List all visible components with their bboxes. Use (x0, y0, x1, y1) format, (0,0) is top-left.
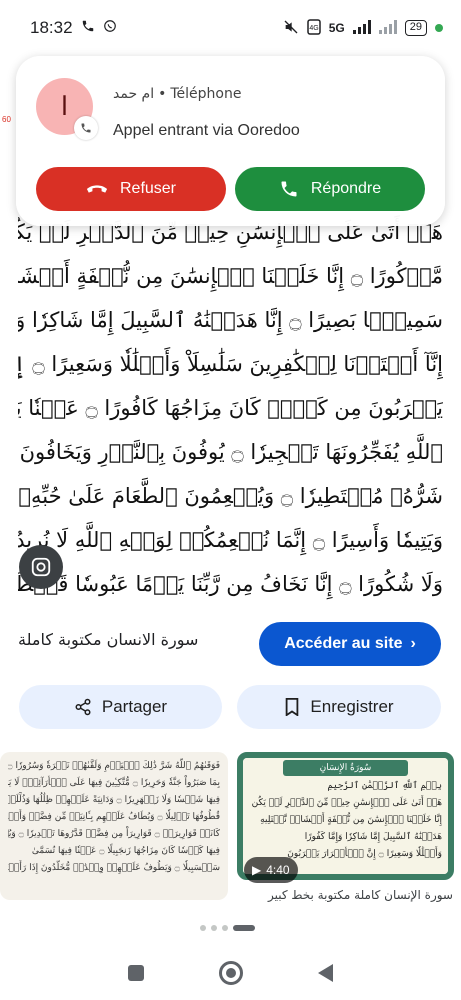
lens-search-button[interactable] (19, 545, 63, 589)
related-image-1[interactable]: فَوَقَىٰهُمُ ٱللَّهُ شَرَّ ذَٰلِكَ ٱلۡيَ… (0, 752, 228, 900)
thumb-text-line: بِسۡمِ ٱللَّهِ ٱلرَّحۡمَٰنِ ٱلرَّحِيمِ (327, 781, 442, 791)
privacy-dot-icon (435, 24, 443, 32)
save-button[interactable]: Enregistrer (237, 685, 441, 729)
signal-icon-2 (378, 19, 397, 37)
status-bar: 18:32 4G 5G 29 (0, 0, 461, 56)
duration-text: 4:40 (266, 863, 290, 877)
thumb-text-line: فَوَقَىٰهُمُ ٱللَّهُ شَرَّ ذَٰلِكَ ٱلۡيَ… (8, 761, 220, 771)
call-source: Téléphone (170, 86, 242, 102)
answer-label: Répondre (310, 180, 382, 197)
share-icon (75, 698, 91, 716)
separator: • (158, 86, 167, 102)
thumb-text-line: هَدَيۡنَٰهُ ٱلسَّبِيلَ إِمَّا شَاكِرٗا و… (304, 832, 442, 842)
related-caption[interactable]: سورة الإنسان كاملة مكتوبة بخط كبير (238, 888, 453, 902)
quran-line: وَيَتِيمٗا وَأَسِيرًا ۝ إِنَّمَا نُطۡعِم… (18, 528, 443, 552)
save-label: Enregistrer (310, 697, 394, 716)
thumb-text-line: سَلۡسَبِيلٗا ۝ وَيَطُوفُ عَلَيۡهِمۡ وِلۡ… (8, 863, 220, 873)
surah-header: سُورَةُ الإِنسَانِ (283, 760, 408, 776)
decline-button[interactable]: Refuser (36, 167, 226, 211)
bookmark-icon (286, 698, 299, 716)
recents-button[interactable] (127, 964, 144, 981)
back-button[interactable] (318, 963, 334, 982)
play-icon: ▶ (252, 863, 262, 877)
whatsapp-icon (103, 18, 117, 38)
clock: 18:32 (30, 18, 73, 37)
thumb-text-line: فِيهَا كَأۡسٗا كَانَ مِزَاجُهَا زَنجَبِي… (31, 846, 220, 856)
navigation-bar (0, 945, 461, 1000)
video-duration-badge: ▶ 4:40 (244, 857, 298, 883)
quran-line: ٱللَّهِ يُفَجِّرُونَهَا تَفۡجِيرٗا ۝ يُو… (18, 440, 443, 464)
thumb-text-line: كَانَتۡ قَوَارِيرَا۠ ۝ قَوَارِيرَاْ مِن … (8, 829, 220, 839)
quran-line: يَشۡرَبُونَ مِن كَأۡسٖ كَانَ مِزَاجُهَا … (18, 396, 443, 420)
visit-site-label: Accéder au site (284, 635, 403, 652)
lens-icon (31, 557, 51, 577)
hang-up-icon (86, 185, 108, 193)
call-subtitle: Appel entrant via Ooredoo (113, 122, 300, 139)
incoming-call-notification[interactable]: ا ام حمد • Téléphone Appel entrant via O… (16, 56, 445, 226)
quran-line: إِنَّآ أَعۡتَدۡنَا لِلۡكَٰفِرِينَ سَلَٰس… (18, 352, 443, 376)
chevron-right-icon: › (410, 635, 416, 652)
thumb-text-line: فِيهَا شَمۡسٗا وَلَا زَمۡهَرِيرٗا ۝ وَدَ… (8, 795, 220, 805)
decline-label: Refuser (119, 180, 177, 197)
battery-icon: 29 (404, 20, 427, 36)
thumb-text-line: إِنَّا خَلَقۡنَا ٱلۡإِنسَٰنَ مِن نُّطۡفَ… (260, 815, 442, 825)
answer-button[interactable]: Répondre (235, 167, 425, 211)
caller-header: ام حمد • Téléphone (113, 86, 241, 102)
thumb-text-line: قُطُوفُهَا تَذۡلِيلٗا ۝ وَيُطَافُ عَلَيۡ… (8, 812, 220, 822)
caller-name: ام حمد (113, 86, 155, 102)
quran-line: سَمِيعَۢا بَصِيرًا ۝ إِنَّا هَدَيۡنَٰهُ … (18, 308, 443, 332)
sim-icon: 4G (306, 18, 321, 38)
thumb-text-line: هَلۡ أَتَىٰ عَلَى ٱلۡإِنسَٰنِ حِينٞ مِّن… (249, 798, 442, 808)
quran-line: وَلَا شُكُورًا ۝ إِنَّا نَخَافُ مِن رَّب… (18, 572, 443, 596)
svg-text:4G: 4G (309, 25, 318, 32)
result-title[interactable]: سورة الانسان مكتوبة كاملة (18, 630, 198, 649)
mute-icon (283, 19, 299, 38)
quran-text-image[interactable]: هَلۡ أَتَىٰ عَلَى ٱلۡإِنسَٰنِ حِينٞ مِّن… (0, 210, 461, 610)
phone-answer-icon (281, 181, 297, 197)
network-type: 5G (328, 21, 345, 35)
carousel-indicator (200, 925, 255, 931)
visit-site-button[interactable]: Accéder au site › (259, 622, 441, 666)
thumb-text-line: بِمَا صَبَرُواْ جَنَّةٗ وَحَرِيرٗا ۝ مُّ… (8, 778, 220, 788)
phone-badge-icon (74, 116, 98, 140)
share-label: Partager (101, 697, 168, 716)
quran-line: مَّذۡكُورًا ۝ إِنَّا خَلَقۡنَا ٱلۡإِنسَٰ… (18, 264, 443, 288)
quran-line: شَرُّهُۥ مُسۡتَطِيرٗا ۝ وَيُطۡعِمُونَ ٱل… (18, 484, 443, 508)
side-marker: 60 (2, 115, 11, 124)
phone-icon (81, 18, 95, 38)
share-button[interactable]: Partager (19, 685, 222, 729)
home-button[interactable] (218, 960, 243, 985)
signal-icon (352, 19, 371, 37)
